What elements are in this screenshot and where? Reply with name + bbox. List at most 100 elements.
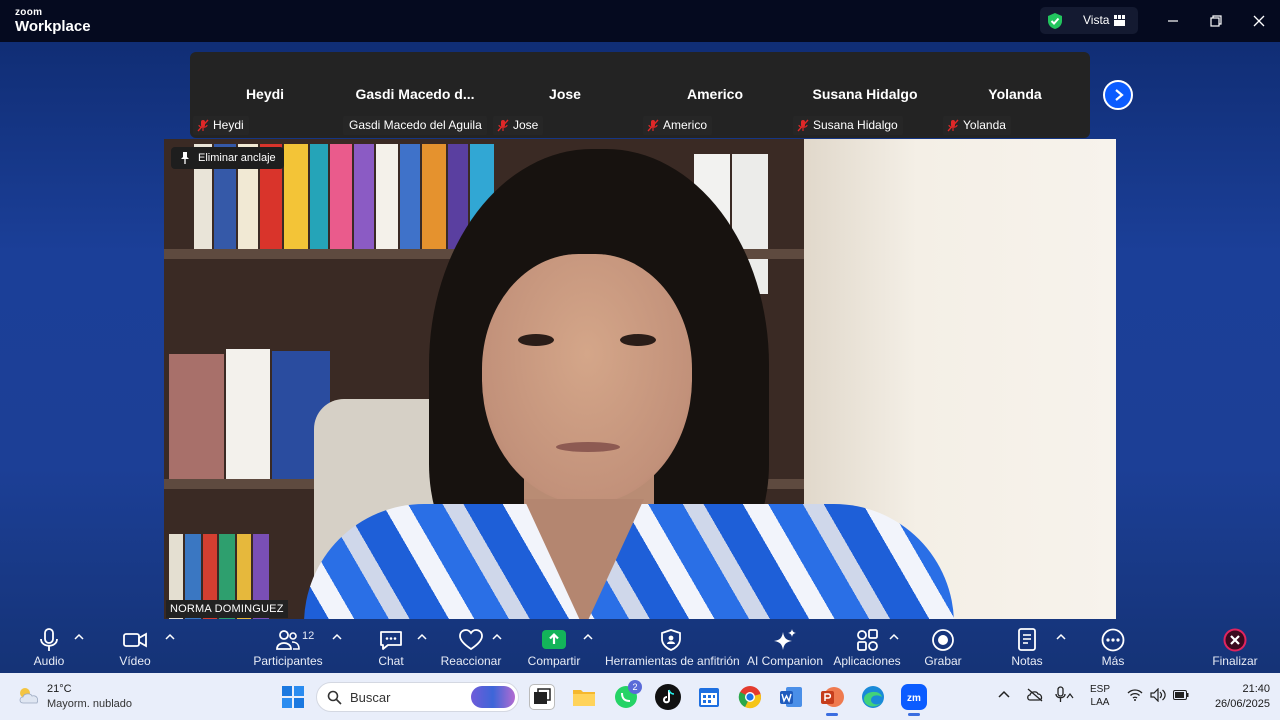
taskbar-search[interactable]: Buscar	[316, 682, 519, 712]
react-button[interactable]: Reaccionar	[440, 620, 502, 673]
mic-muted-icon	[197, 119, 209, 132]
chat-button[interactable]: Chat	[368, 620, 414, 673]
participant-strip: Heydi Heydi Gasdi Macedo d... Gasdi Mace…	[190, 52, 1090, 138]
participant-tile[interactable]: Americo Americo	[640, 52, 790, 138]
participant-tile[interactable]: Susana Hidalgo Susana Hidalgo	[790, 52, 940, 138]
restore-icon[interactable]	[1206, 11, 1226, 31]
language-line1: ESP	[1089, 684, 1110, 695]
chrome-icon	[738, 686, 761, 709]
participant-tile[interactable]: Gasdi Macedo d... Gasdi Macedo del Aguil…	[340, 52, 490, 138]
file-explorer-app[interactable]	[571, 684, 597, 710]
participant-tag: Gasdi Macedo del Aguila	[343, 116, 487, 135]
clock-time: 21:40	[1242, 683, 1270, 695]
ai-companion-button[interactable]: AI Companion	[746, 620, 824, 673]
participant-name: Jose	[549, 86, 581, 102]
more-label: Más	[1101, 654, 1125, 668]
end-call-icon	[1223, 628, 1247, 652]
participant-tile[interactable]: Heydi Heydi	[190, 52, 340, 138]
unpin-button[interactable]: Eliminar anclaje	[171, 147, 284, 169]
folder-icon	[573, 690, 595, 706]
taskview-app[interactable]	[529, 684, 555, 710]
participant-tag-label: Jose	[513, 118, 539, 132]
end-meeting-button[interactable]: Finalizar	[1206, 620, 1264, 673]
participant-tag: Yolanda	[943, 116, 1011, 135]
share-button[interactable]: Compartir	[524, 620, 584, 673]
word-app[interactable]	[778, 684, 804, 710]
battery-icon[interactable]	[1173, 690, 1189, 700]
calendar-app[interactable]	[696, 684, 722, 710]
ai-companion-label: AI Companion	[746, 654, 824, 668]
close-icon[interactable]	[1249, 11, 1269, 31]
mic-muted-icon	[647, 119, 659, 132]
chrome-app[interactable]	[737, 684, 763, 710]
participant-name: Heydi	[245, 86, 285, 102]
notes-caret-icon[interactable]	[1056, 633, 1066, 641]
weather-desc: Mayorm. nublado	[47, 698, 132, 710]
cloud-sun-icon	[19, 688, 39, 704]
chat-caret-icon[interactable]	[417, 633, 427, 641]
mic-tray-icon[interactable]	[1054, 686, 1074, 704]
speaker-name: NORMA DOMINGUEZ	[166, 600, 288, 618]
shield-check-icon	[1048, 13, 1062, 29]
grid-icon	[1114, 15, 1125, 26]
edge-app[interactable]	[860, 684, 886, 710]
logo-workplace: Workplace	[15, 18, 91, 35]
chat-icon	[380, 631, 402, 650]
participant-tag: Jose	[493, 116, 544, 135]
taskbar: 21°C Mayorm. nublado Buscar 2 zm ESP LAA…	[0, 673, 1280, 720]
start-button[interactable]	[280, 684, 306, 710]
powerpoint-app[interactable]	[819, 684, 845, 716]
audio-button[interactable]: Audio	[24, 620, 74, 673]
video-eye-left	[518, 334, 554, 346]
language-indicator[interactable]: ESP LAA	[1088, 683, 1112, 709]
system-clock[interactable]: 21:40 26/06/2025	[1196, 682, 1270, 712]
whatsapp-app[interactable]: 2	[613, 680, 642, 710]
minimize-icon[interactable]	[1163, 11, 1183, 31]
share-caret-icon[interactable]	[583, 633, 593, 641]
calendar-icon	[699, 688, 719, 707]
video-button[interactable]: Vídeo	[110, 620, 160, 673]
participants-button[interactable]: 12 Participantes	[250, 620, 326, 673]
chevron-up-icon[interactable]	[998, 689, 1010, 699]
windows-icon	[282, 686, 304, 708]
more-button[interactable]: Más	[1088, 620, 1138, 673]
participant-tag-label: Americo	[663, 118, 708, 132]
view-button[interactable]: Vista	[1040, 7, 1138, 34]
react-caret-icon[interactable]	[492, 633, 502, 641]
pin-icon	[181, 152, 189, 164]
edge-icon	[862, 686, 884, 708]
video-eye-right	[620, 334, 656, 346]
logo-zoom: zoom	[15, 7, 43, 18]
apps-button[interactable]: Aplicaciones	[832, 620, 902, 673]
participant-tile[interactable]: Yolanda Yolanda	[940, 52, 1090, 138]
svg-text:zm: zm	[907, 693, 921, 704]
share-screen-icon	[542, 630, 566, 649]
record-label: Grabar	[924, 654, 962, 668]
task-view-icon	[534, 688, 551, 704]
share-label: Compartir	[527, 654, 581, 668]
search-placeholder: Buscar	[350, 690, 391, 705]
notes-button[interactable]: Notas	[1002, 620, 1052, 673]
apps-caret-icon[interactable]	[889, 633, 899, 641]
host-tools-button[interactable]: Herramientas de anfitrión	[605, 620, 740, 673]
participant-tile[interactable]: Jose Jose	[490, 52, 640, 138]
audio-caret-icon[interactable]	[74, 633, 84, 641]
cloud-off-icon[interactable]	[1026, 688, 1044, 702]
chat-label: Chat	[378, 654, 404, 668]
shield-icon	[661, 629, 681, 651]
record-button[interactable]: Grabar	[918, 620, 968, 673]
participants-caret-icon[interactable]	[332, 633, 342, 641]
tiktok-app[interactable]	[655, 684, 681, 710]
participant-name: Susana Hidalgo	[812, 86, 918, 102]
participants-count: 12	[302, 630, 315, 642]
volume-icon[interactable]	[1150, 688, 1167, 702]
zoom-app[interactable]: zm	[901, 684, 927, 716]
video-face	[482, 254, 692, 504]
video-caret-icon[interactable]	[165, 633, 175, 641]
main-video[interactable]: Eliminar anclaje NORMA DOMINGUEZ	[164, 139, 1116, 619]
wifi-icon[interactable]	[1127, 689, 1143, 701]
participant-tag: Heydi	[193, 116, 249, 135]
next-page-button[interactable]	[1103, 80, 1133, 110]
whatsapp-badge: 2	[628, 680, 642, 694]
end-label: Finalizar	[1212, 654, 1258, 668]
